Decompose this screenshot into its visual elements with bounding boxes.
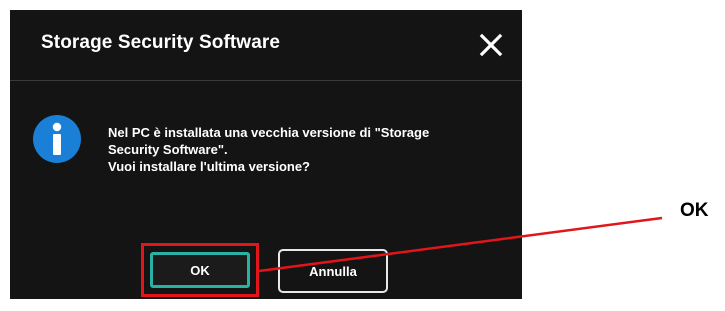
ok-button[interactable]: OK [150,252,250,288]
info-icon [32,114,82,164]
screenshot-stage: Storage Security Software Nel PC è insta… [0,0,725,311]
dialog-title: Storage Security Software [41,32,281,53]
dialog-message: Nel PC è installata una vecchia versione… [108,124,498,175]
title-divider [10,80,522,81]
callout-label: OK [680,200,709,221]
message-line: Nel PC è installata una vecchia versione… [108,125,430,140]
install-dialog: Storage Security Software Nel PC è insta… [10,10,522,299]
cancel-button[interactable]: Annulla [278,249,388,293]
message-line: Security Software". [108,142,228,157]
dialog-titlebar: Storage Security Software [10,10,522,80]
message-line: Vuoi installare l'ultima versione? [108,159,311,174]
close-icon [479,33,503,57]
close-button[interactable] [476,30,506,60]
